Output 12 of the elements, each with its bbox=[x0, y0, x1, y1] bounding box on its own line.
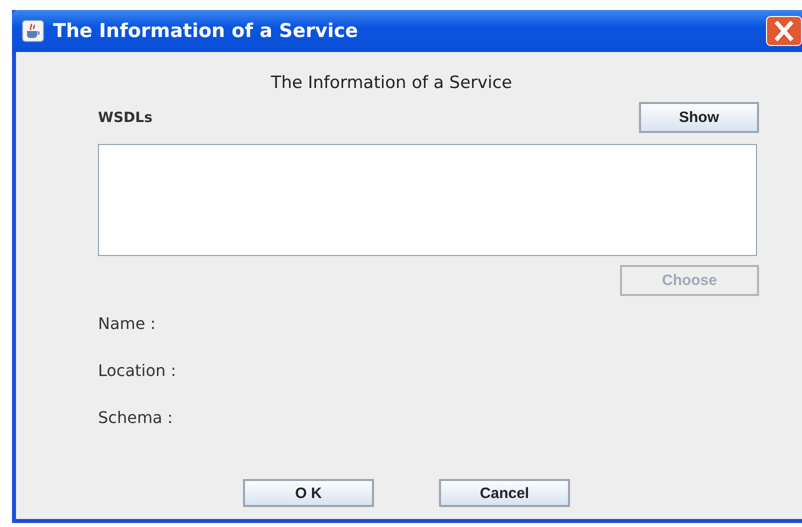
wsdls-label: WSDLs bbox=[98, 110, 152, 126]
show-button[interactable]: Show bbox=[639, 102, 759, 133]
coffee-cup-icon bbox=[22, 20, 44, 42]
window-title: The Information of a Service bbox=[53, 20, 358, 42]
field-label: Name : bbox=[98, 314, 157, 335]
close-icon[interactable] bbox=[766, 16, 802, 46]
ok-button[interactable]: O K bbox=[243, 479, 374, 507]
dialog-heading: The Information of a Service bbox=[270, 73, 514, 93]
cancel-button[interactable]: Cancel bbox=[439, 479, 570, 507]
field-label: Location : bbox=[98, 361, 178, 382]
wsdl-list[interactable] bbox=[98, 144, 757, 256]
field-label: Schema : bbox=[98, 408, 174, 429]
